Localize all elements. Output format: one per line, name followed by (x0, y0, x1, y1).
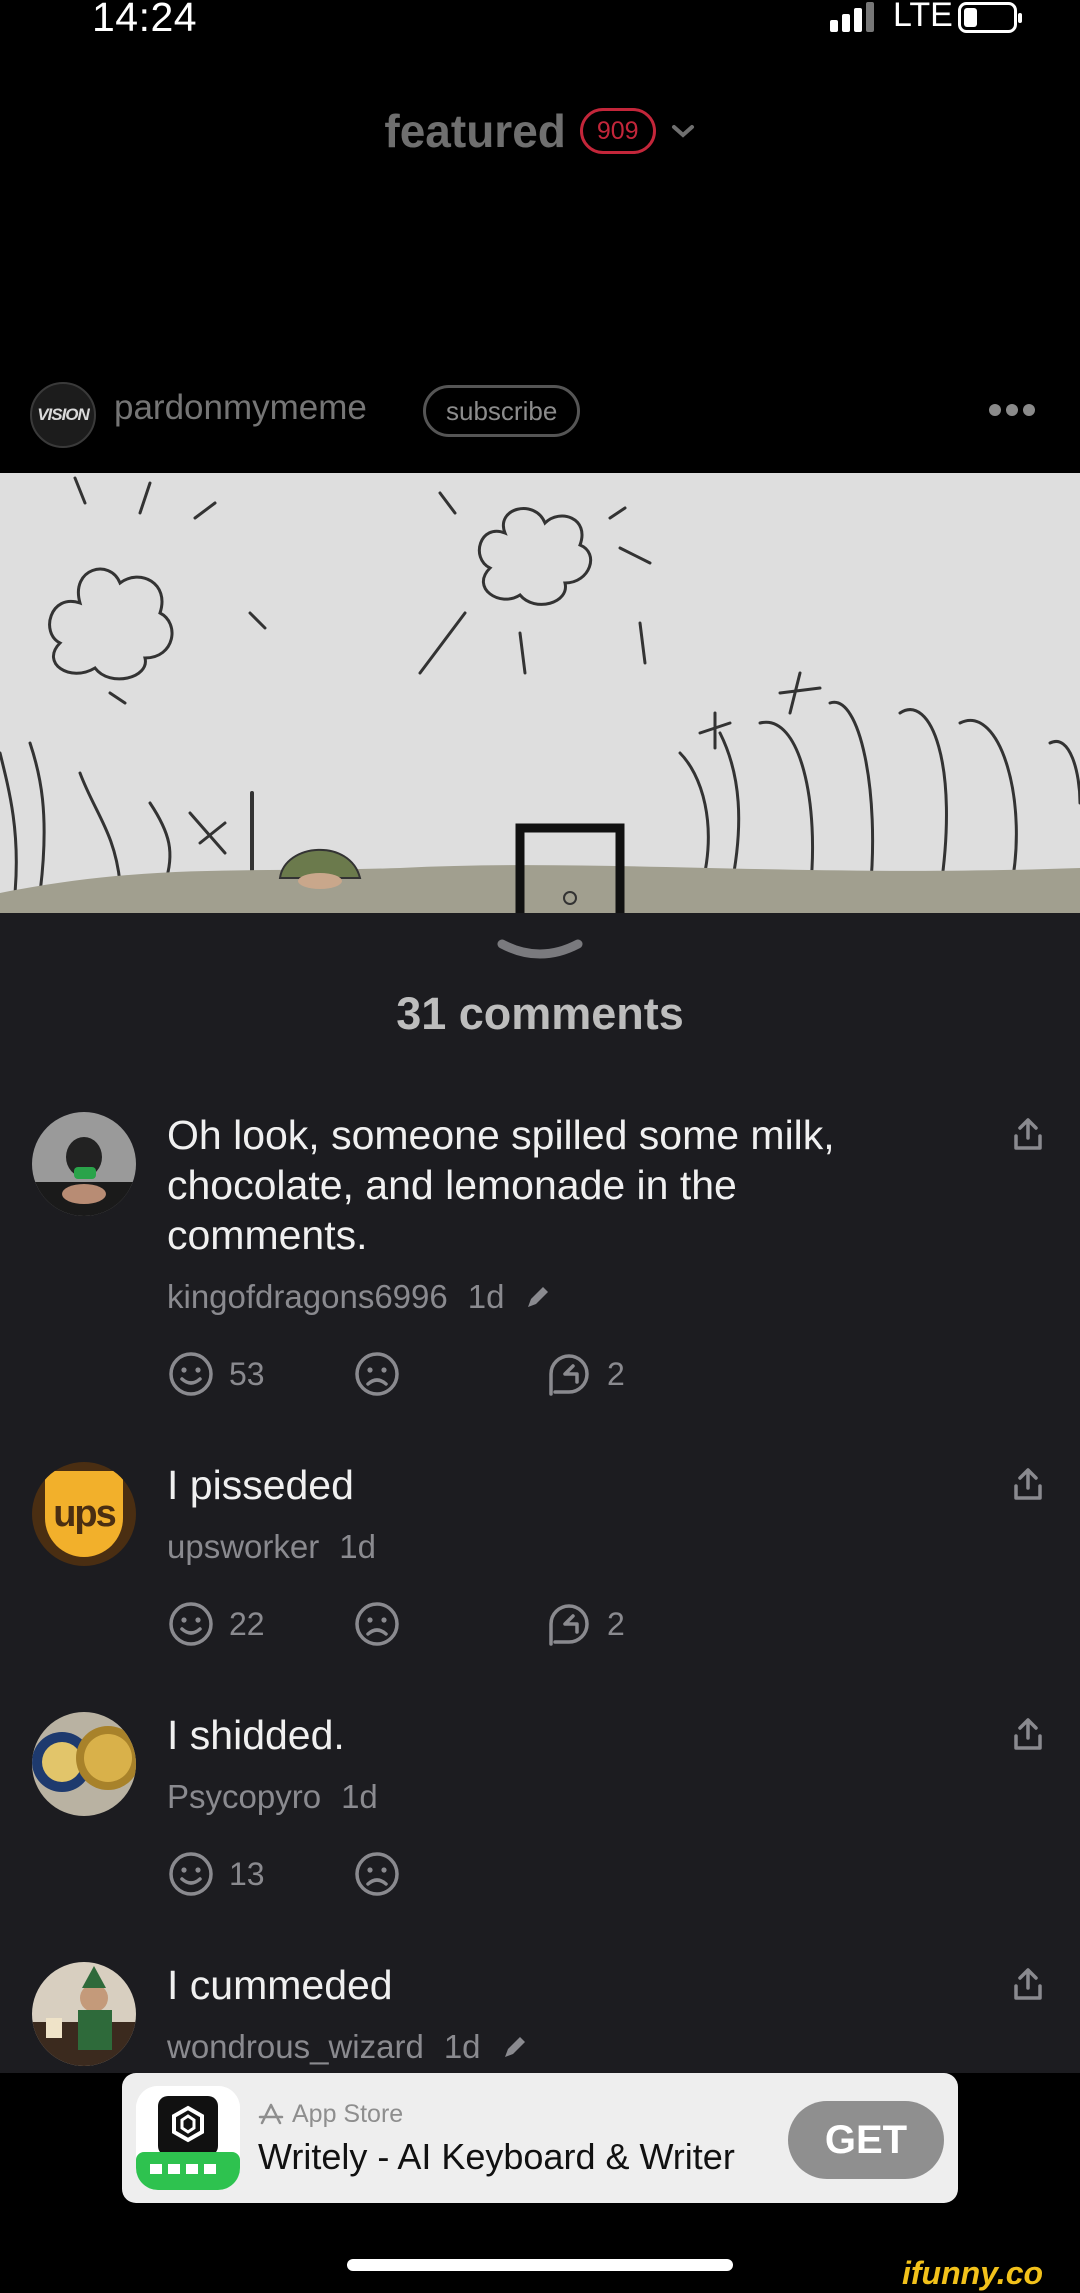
smile-button[interactable]: 22 (167, 1600, 265, 1648)
share-icon[interactable] (1008, 1114, 1048, 1154)
feed-count-badge: 909 (579, 108, 656, 154)
share-icon[interactable] (1008, 1464, 1048, 1504)
comment-actions: 53 2 (167, 1350, 767, 1402)
status-time: 14:24 (92, 0, 198, 40)
more-options-icon[interactable] (988, 398, 1036, 422)
subscribe-button[interactable]: subscribe (423, 385, 581, 437)
edited-pencil-icon (528, 1287, 549, 1307)
unsmile-button[interactable] (353, 1350, 401, 1398)
smile-count: 22 (229, 1605, 265, 1642)
edited-pencil-icon (504, 2037, 525, 2057)
comment-time: 1d (443, 2028, 481, 2065)
comment-text: I shidded. (167, 1712, 345, 1758)
share-icon[interactable] (1008, 1714, 1048, 1754)
frown-icon (355, 1852, 399, 1896)
battery-icon (958, 2, 1022, 33)
comment-meta: kingofdragons6996 1d (167, 1278, 552, 1316)
ad-app-icon[interactable] (136, 2086, 240, 2190)
share-icon[interactable] (1008, 1964, 1048, 2004)
unsmile-button[interactable] (353, 1850, 401, 1898)
signal-icon (830, 2, 874, 32)
app-store-icon (258, 2103, 284, 2124)
reply-button[interactable]: 2 (545, 1350, 625, 1398)
comment-meta: upsworker 1d (167, 1528, 376, 1566)
smile-icon (169, 1352, 213, 1396)
meme-image[interactable] (0, 473, 1080, 913)
watermark-logo: ifunny.co (902, 2255, 1044, 2291)
smile-count: 13 (229, 1855, 265, 1892)
comment-time: 1d (341, 1778, 378, 1815)
reply-count: 2 (607, 1605, 625, 1642)
reply-icon (549, 1604, 589, 1646)
commenter-avatar[interactable]: ups (32, 1462, 136, 1566)
comment-meta: Psycopyro 1d (167, 1778, 378, 1816)
reply-icon (549, 1354, 589, 1396)
chevron-down-icon (671, 125, 694, 138)
smile-icon (169, 1602, 213, 1646)
commenter-avatar[interactable] (32, 1712, 136, 1816)
frown-icon (355, 1602, 399, 1646)
comment-actions: 13 (167, 1850, 767, 1902)
commenter-avatar[interactable] (32, 1962, 136, 2066)
reply-button[interactable]: 2 (545, 1600, 625, 1648)
author-name[interactable]: pardonmymeme (114, 388, 367, 428)
frown-icon (355, 1352, 399, 1396)
comment-time: 1d (467, 1278, 505, 1315)
unsmile-button[interactable] (353, 1600, 401, 1648)
ad-store-text: App Store (292, 2100, 404, 2128)
comment-time: 1d (339, 1528, 376, 1565)
comment-username[interactable]: Psycopyro (167, 1778, 321, 1816)
reply-count: 2 (607, 1355, 625, 1392)
get-button[interactable]: GET (788, 2101, 944, 2179)
feed-selector[interactable]: featured 909 (0, 96, 1080, 166)
ups-logo-text: ups (53, 1492, 117, 1535)
smile-button[interactable]: 53 (167, 1350, 265, 1398)
comment-meta: wondrous_wizard 1d (167, 2028, 529, 2066)
ad-title[interactable]: Writely - AI Keyboard & Writer (258, 2136, 735, 2178)
comment-username[interactable]: kingofdragons6996 (167, 1278, 448, 1316)
commenter-avatar[interactable] (32, 1112, 136, 1216)
comment-text: I cummeded (167, 1962, 393, 2008)
ad-store-label: App Store (258, 2100, 403, 2129)
smile-button[interactable]: 13 (167, 1850, 265, 1898)
home-indicator[interactable] (347, 2259, 733, 2271)
collapse-handle-icon[interactable] (496, 936, 584, 966)
comment-username[interactable]: wondrous_wizard (167, 2028, 424, 2066)
comment-username[interactable]: upsworker (167, 1528, 319, 1566)
author-avatar-logo: VISION (37, 405, 90, 424)
comment-text: Oh look, someone spilled some milk, choc… (167, 1112, 835, 1258)
comment-actions: 22 2 (167, 1600, 767, 1652)
network-label: LTE (893, 0, 953, 34)
smile-icon (169, 1852, 213, 1896)
comment-text: I pisseded (167, 1462, 354, 1508)
ups-logo: ups (45, 1471, 123, 1557)
feed-title: featured (384, 105, 566, 157)
smile-count: 53 (229, 1355, 265, 1392)
comments-count-title: 31 comments (396, 988, 684, 1039)
author-avatar[interactable]: VISION (30, 382, 96, 448)
